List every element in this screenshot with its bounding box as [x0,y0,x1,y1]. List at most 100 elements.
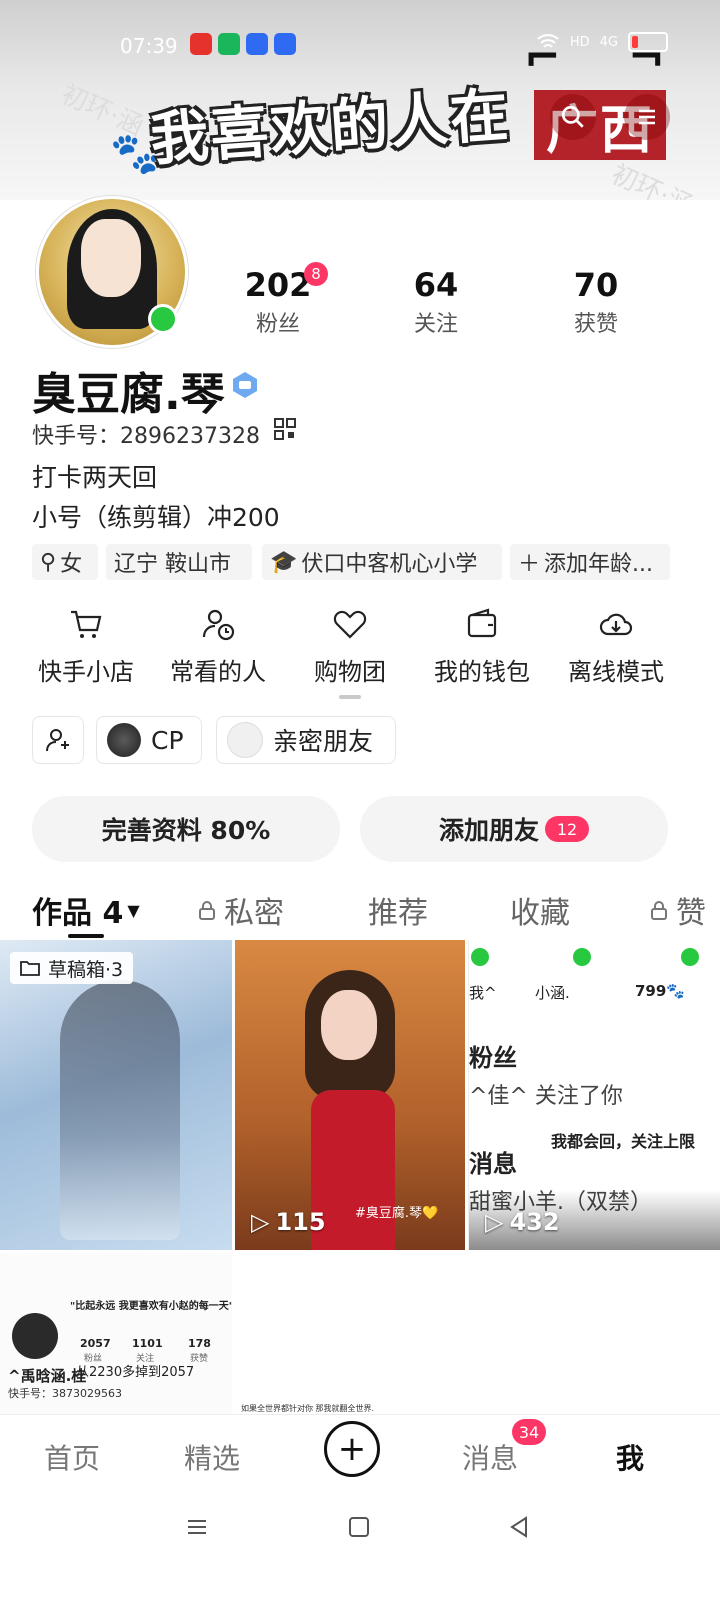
func-shop[interactable]: 快手小店 [16,606,156,687]
app-icon [190,33,212,55]
profile-banner[interactable]: 初环·涵 初环·涵 🐾 ⌐ ¬ 我喜欢的人在 广西 07:39 HD 4G [0,0,720,200]
bio-line: 打卡两天回 [32,463,158,492]
tag-label: 女 [60,552,83,577]
close-friends-chip[interactable]: 亲密朋友 [216,716,396,764]
screenshot-overlay-text: 我都会回，关注上限 [551,1132,696,1151]
screenshot-section: 消息 [469,1150,517,1178]
tab-private[interactable]: 私密 [198,888,284,932]
status-indicators: HD 4G [536,32,668,52]
nav-featured[interactable]: 精选 [184,1437,240,1477]
tab-label: 收藏 [510,896,570,931]
fans-badge: 8 [304,262,328,286]
func-underline [339,695,361,699]
artwork-figure [60,980,180,1240]
nav-me[interactable]: 我 [616,1437,644,1477]
play-count: ▷ 115 [251,1208,326,1236]
func-label: 我的钱包 [434,658,530,686]
pill-label: 添加朋友 [438,816,539,845]
person-clock-icon [202,609,235,641]
tile-text-line: 如果全世界都针对你 那我就翻全世界. [241,1404,375,1413]
stat-following[interactable]: 64 关注 [376,266,496,338]
nav-home[interactable]: 首页 [44,1437,100,1477]
online-status-dot [148,304,178,334]
tab-likes[interactable]: 赞 [650,888,706,932]
app-icon [274,33,296,55]
menu-icon[interactable] [624,94,670,140]
shot-stat: 178 [188,1337,211,1350]
tab-recommend[interactable]: 推荐 [368,888,428,932]
folder-icon [20,961,40,976]
tab-label: 私密 [224,896,284,931]
app-icon [218,33,240,55]
gender-icon: ⚲ [40,549,57,575]
online-dot [681,948,699,966]
func-frequent-people[interactable]: 常看的人 [148,606,288,687]
play-count-value: 432 [509,1208,560,1236]
plus-icon: + [337,1429,367,1469]
shot-id: 快手号：3873029563 [8,1387,122,1400]
stat-label: 关注 [413,312,458,337]
person-add-icon [46,729,69,752]
play-icon: ▷ [485,1208,504,1236]
chip-label: 亲密朋友 [273,727,374,756]
tag-label: 伏口中客机心小学 [301,552,478,577]
add-friends-button[interactable]: 添加朋友 12 [360,796,668,862]
tab-works[interactable]: 作品 4 ▼ [32,888,140,932]
work-tile-draft[interactable]: 草稿箱·3 [0,940,232,1250]
tab-favorites[interactable]: 收藏 [510,888,570,932]
network-indicator: 4G [599,34,618,50]
tag-location[interactable]: 辽宁 鞍山市 [106,544,252,580]
add-relation-button[interactable] [32,716,84,764]
stat-likes[interactable]: 70 获赞 [536,266,656,338]
work-tile-screenshot[interactable]: 我^ 小涵. 799🐾 粉丝 ^佳^ 关注了你 我都会回，关注上限 消息 甜蜜小… [468,940,720,1250]
online-dot [471,948,489,966]
draft-badge: 草稿箱·3 [10,952,134,984]
tab-active-indicator [68,934,104,938]
nav-messages[interactable]: 消息 [462,1437,518,1477]
create-button[interactable]: + [324,1421,380,1477]
shot-avatar [12,1313,58,1359]
system-nav-bar [0,1498,720,1612]
pill-label: 完善资料 80% [101,816,271,845]
recent-apps-icon[interactable] [182,1512,212,1542]
verify-badge-icon[interactable] [230,370,260,400]
qr-code-icon[interactable] [274,418,296,440]
status-app-icons [190,33,296,55]
heart-group-icon [333,610,367,639]
screenshot-name: 小涵. [535,984,570,1002]
search-icon[interactable] [550,94,596,140]
video-caption: #臭豆腐.琴💛 [355,1206,439,1221]
cloud-download-icon [599,613,633,636]
banner-text: 我喜欢的人在 [148,80,513,174]
caret-down-icon: ▼ [127,900,140,920]
work-tile-text[interactable]: 如果全世界都针对你 那我就翻全世界. [235,1253,467,1414]
func-shopping-group[interactable]: 购物团 [280,606,420,699]
kuaishou-id[interactable]: 快手号：2896237328 [32,418,260,450]
profile-name: 臭豆腐.琴 [32,369,225,420]
screenshot-name: 799🐾 [635,982,685,1000]
online-dot [573,948,591,966]
shot-quote: "比起永远 我更喜欢有小赵的每一天" [70,1301,232,1312]
func-wallet[interactable]: 我的钱包 [412,606,552,687]
stat-value: 70 [573,266,619,304]
back-icon[interactable] [504,1512,534,1542]
func-offline-mode[interactable]: 离线模式 [546,606,686,687]
stat-fans[interactable]: 202 粉丝 8 [218,262,338,338]
tag-add-age[interactable]: ＋添加年龄... [510,544,670,580]
func-label: 快手小店 [38,658,134,686]
tag-school[interactable]: 🎓 伏口中客机心小学 [262,544,502,580]
wifi-icon [537,34,559,48]
home-icon[interactable] [344,1512,374,1542]
work-tile-profile-shot[interactable]: "比起永远 我更喜欢有小赵的每一天" 2057 1101 178 粉丝 关注 获… [0,1253,232,1414]
work-tile-video[interactable]: #臭豆腐.琴💛 ▷ 115 [235,940,465,1250]
screenshot-name: 我^ [469,984,497,1002]
cp-chip[interactable]: CP [96,716,202,764]
bottom-nav: 首页 精选 + 消息 34 我 [0,1414,720,1499]
shot-stat: 1101 [132,1337,163,1350]
cart-icon [71,610,102,638]
func-label: 常看的人 [170,658,266,686]
tag-gender[interactable]: ⚲ 女 [32,544,98,580]
chip-label: CP [151,725,184,755]
complete-profile-button[interactable]: 完善资料 80% [32,796,340,862]
tab-label: 作品 4 [32,896,124,931]
